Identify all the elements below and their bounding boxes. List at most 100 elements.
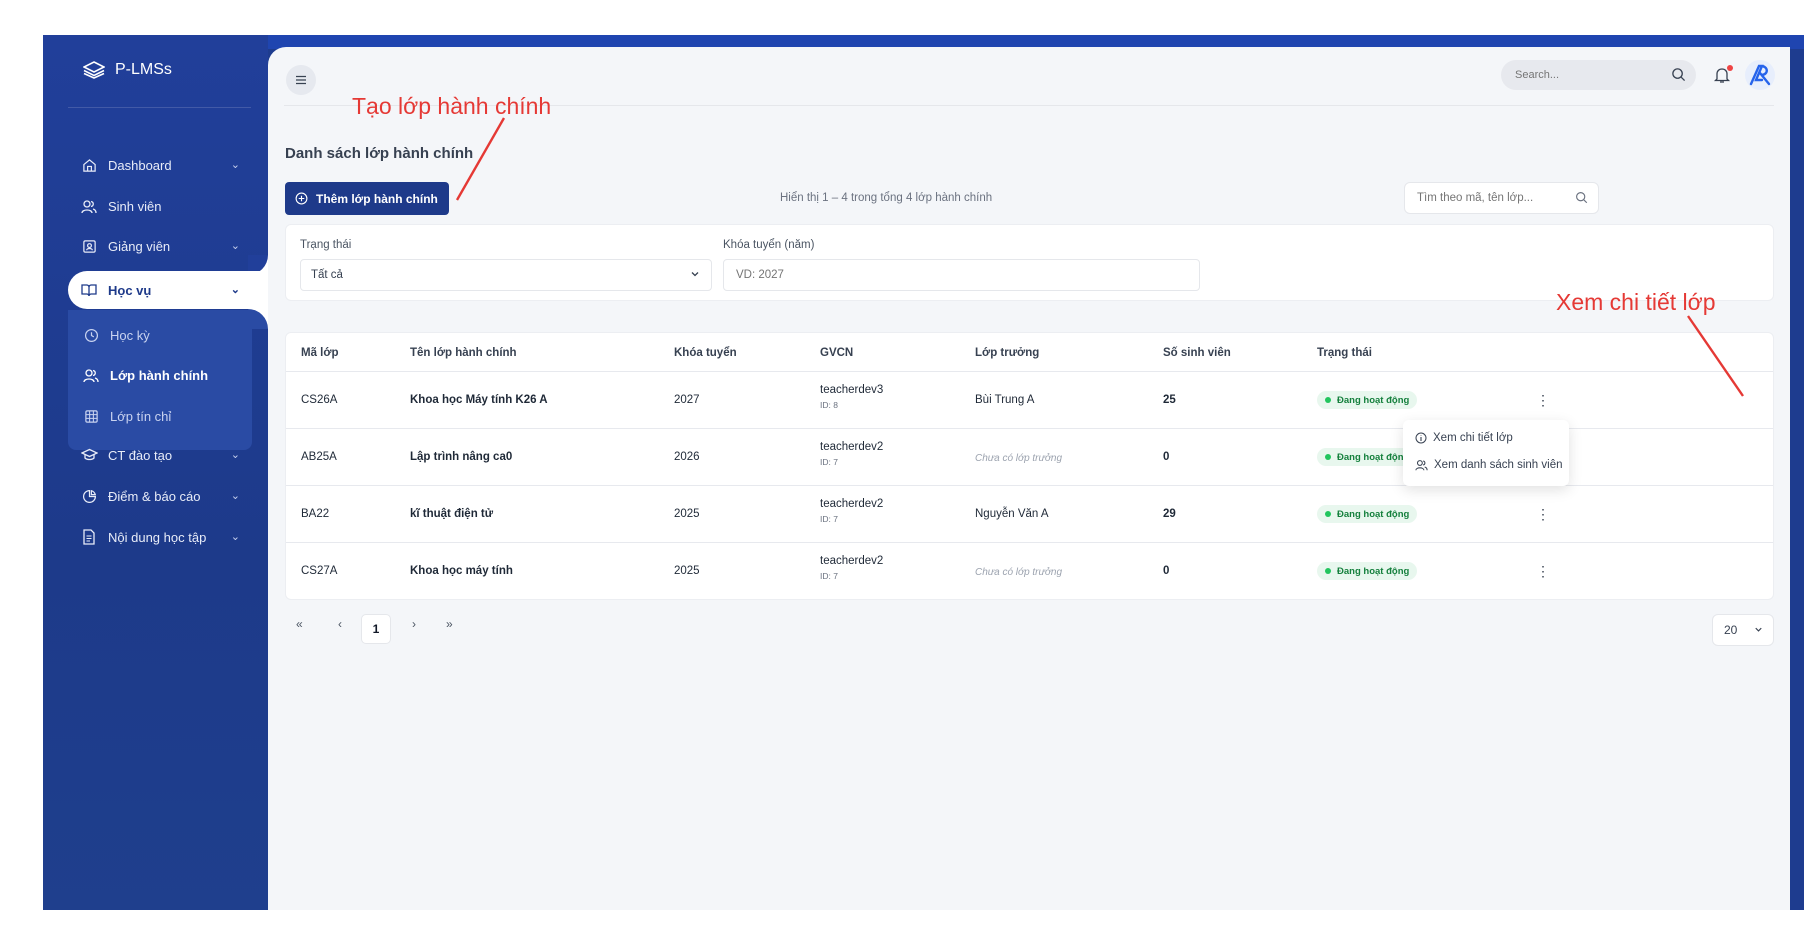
more-vertical-icon[interactable]: ⋮ — [1536, 505, 1550, 523]
sidebar-item-lecturers[interactable]: Giảng viên ⌄ — [68, 227, 252, 265]
status-dot — [1325, 568, 1331, 574]
home-icon — [80, 156, 98, 174]
status-badge: Đang hoạt động — [1317, 505, 1418, 523]
more-vertical-icon[interactable]: ⋮ — [1536, 562, 1550, 580]
student-count: 0 — [1163, 565, 1170, 577]
homeroom-teacher: teacherdev3 ID: 8 — [820, 384, 883, 410]
layers-logo-icon — [83, 61, 105, 79]
clock-icon — [82, 326, 100, 344]
teacher-id: ID: 7 — [820, 457, 838, 467]
users-icon — [82, 366, 100, 384]
class-name: Khoa học máy tính — [410, 565, 513, 577]
column-header[interactable]: Mã lớp — [301, 347, 339, 359]
global-search[interactable] — [1501, 60, 1696, 90]
column-header[interactable]: Tên lớp hành chính — [410, 347, 517, 359]
chevron-down-icon — [1755, 627, 1762, 632]
row-actions-menu: Xem chi tiết lớp Xem danh sách sinh viên — [1403, 420, 1569, 486]
sidebar-item-label: CT đào tạo — [108, 447, 173, 463]
class-year: 2025 — [674, 508, 700, 520]
brand[interactable]: P-LMSs — [83, 61, 172, 79]
add-admin-class-button[interactable]: Thêm lớp hành chính — [285, 182, 449, 215]
graduation-cap-icon — [80, 446, 98, 464]
chevron-down-icon: ⌄ — [230, 284, 240, 296]
chevron-down-icon: ⌄ — [230, 240, 240, 252]
column-header[interactable]: Trạng thái — [1317, 347, 1372, 359]
homeroom-teacher: teacherdev2 ID: 7 — [820, 498, 883, 524]
teacher-id: ID: 7 — [820, 571, 838, 581]
notification-dot — [1727, 65, 1733, 71]
page-size-select[interactable]: 20 — [1712, 614, 1774, 646]
class-monitor: Bùi Trung A — [975, 394, 1035, 406]
menu-item-view-students[interactable]: Xem danh sách sinh viên — [1415, 459, 1563, 471]
teacher-id: ID: 7 — [820, 514, 838, 524]
year-filter-field[interactable] — [723, 259, 1200, 291]
menu-item-view-detail[interactable]: Xem chi tiết lớp — [1415, 432, 1513, 444]
page-number-current[interactable]: 1 — [361, 614, 391, 644]
sidebar-item-dashboard[interactable]: Dashboard ⌄ — [68, 146, 252, 184]
divider — [68, 107, 251, 108]
sidebar-item-students[interactable]: Sinh viên — [68, 187, 252, 225]
users-icon — [1415, 460, 1428, 471]
search-icon[interactable] — [1671, 67, 1686, 82]
class-search[interactable] — [1404, 182, 1599, 214]
brand-name: P-LMSs — [115, 61, 172, 78]
menu-toggle-button[interactable] — [286, 65, 316, 95]
more-vertical-icon[interactable]: ⋮ — [1536, 391, 1550, 409]
sidebar-item-label: Lớp tín chỉ — [110, 408, 172, 424]
filter-panel: Trạng thái Tất cả Khóa tuyển (năm) — [285, 224, 1774, 301]
global-search-input[interactable] — [1513, 68, 1667, 82]
class-name: Khoa học Máy tính K26 A — [410, 394, 548, 406]
sidebar-item-credit-class[interactable]: Lớp tín chỉ — [68, 398, 252, 434]
status-text: Đang hoạt động — [1337, 451, 1410, 463]
next-page-button[interactable]: › — [412, 617, 416, 631]
chevron-down-icon: ⌄ — [230, 531, 240, 543]
app-logo-icon — [1749, 64, 1771, 86]
homeroom-teacher: teacherdev2 ID: 7 — [820, 441, 883, 467]
last-page-button[interactable]: » — [446, 617, 453, 631]
info-icon — [1415, 432, 1427, 444]
class-monitor: Nguyễn Văn A — [975, 508, 1049, 520]
status-text: Đang hoạt động — [1337, 394, 1410, 406]
pie-chart-icon — [80, 487, 98, 505]
first-page-button[interactable]: « — [296, 617, 303, 631]
column-header[interactable]: GVCN — [820, 347, 853, 359]
class-search-input[interactable] — [1415, 191, 1569, 205]
class-code: BA22 — [301, 508, 330, 520]
app-window: P-LMSs Dashboard ⌄ Sinh viên Giảng viên … — [43, 35, 1804, 910]
avatar[interactable] — [1745, 60, 1775, 90]
grid-icon — [82, 407, 100, 425]
status-text: Đang hoạt động — [1337, 565, 1410, 577]
sidebar-item-curriculum[interactable]: CT đào tạo ⌄ — [68, 436, 252, 474]
status-dot — [1325, 454, 1331, 460]
sidebar-item-academic[interactable]: Học vụ ⌄ — [68, 271, 268, 309]
status-dot — [1325, 397, 1331, 403]
table-row[interactable]: BA22 kĩ thuật điện tử 2025 teacherdev2 I… — [286, 485, 1773, 543]
column-header[interactable]: Khóa tuyển — [674, 347, 737, 359]
plus-circle-icon — [295, 192, 308, 205]
sidebar-item-label: Dashboard — [108, 157, 172, 173]
status-dot — [1325, 511, 1331, 517]
page-title: Danh sách lớp hành chính — [285, 145, 474, 162]
class-code: CS27A — [301, 565, 338, 577]
table-row[interactable]: CS27A Khoa học máy tính 2025 teacherdev2… — [286, 542, 1773, 600]
sidebar-item-learning-content[interactable]: Nội dung học tập ⌄ — [68, 518, 252, 556]
teacher-id: ID: 8 — [820, 400, 838, 410]
chevron-down-icon — [691, 272, 699, 277]
teacher-name: teacherdev3 — [820, 384, 884, 396]
column-header[interactable]: Lớp trưởng — [975, 347, 1039, 359]
sidebar-item-admin-class[interactable]: Lớp hành chính — [68, 357, 252, 393]
notification-bell[interactable] — [1713, 64, 1735, 86]
status-filter-select[interactable]: Tất cả — [300, 259, 712, 291]
sidebar-item-label: Học vụ — [108, 282, 152, 298]
status-filter-label: Trạng thái — [300, 239, 352, 251]
prev-page-button[interactable]: ‹ — [338, 617, 342, 631]
sidebar-item-semester[interactable]: Học kỳ — [68, 317, 252, 353]
annotation-view-class-detail: Xem chi tiết lớp — [1556, 289, 1716, 315]
column-header[interactable]: Số sinh viên — [1163, 347, 1231, 359]
homeroom-teacher: teacherdev2 ID: 7 — [820, 555, 883, 581]
year-filter-input[interactable] — [734, 268, 1178, 282]
search-icon[interactable] — [1575, 191, 1588, 204]
class-name: Lập trình nâng ca0 — [410, 451, 513, 463]
sidebar-item-grades-reports[interactable]: Điểm & báo cáo ⌄ — [68, 477, 252, 515]
sidebar-item-label: Điểm & báo cáo — [108, 488, 201, 504]
